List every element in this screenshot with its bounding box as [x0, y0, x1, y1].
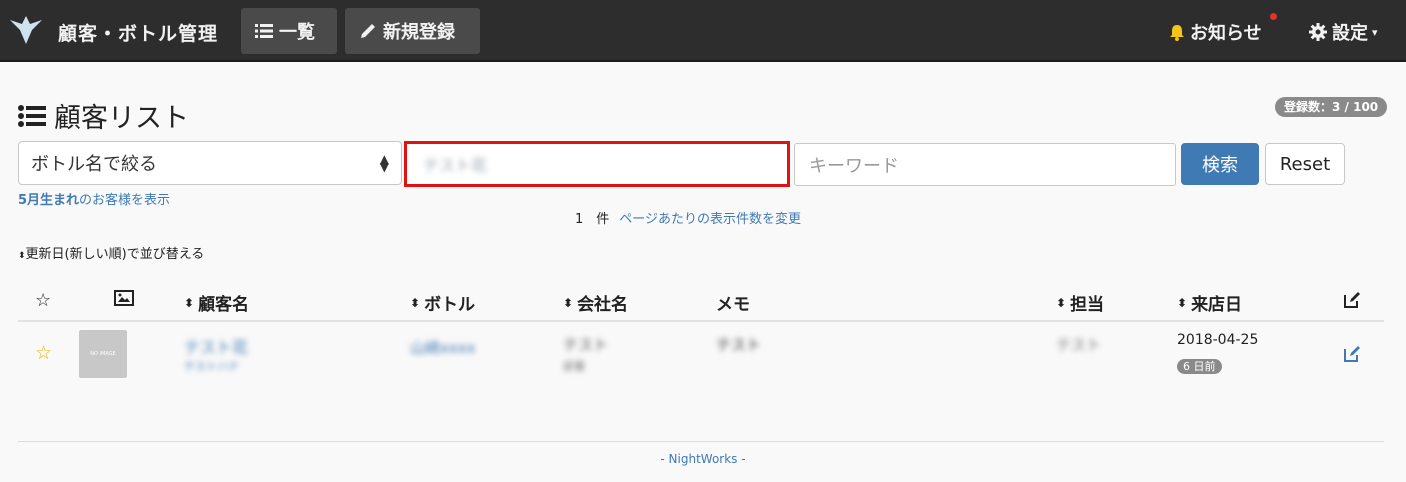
- notice-menu[interactable]: お知らせ: [1168, 19, 1262, 45]
- bell-icon: [1170, 25, 1184, 41]
- nav-new-button[interactable]: 新規登録: [345, 8, 480, 54]
- result-count-row: 1 件 ページあたりの表示件数を変更: [575, 208, 801, 227]
- registration-count-badge: 登録数：3 / 100: [1275, 97, 1388, 117]
- column-header-visit-date[interactable]: ⬍ 来店日: [1177, 290, 1242, 315]
- customer-name-value: テスト花: [423, 156, 488, 175]
- favorite-column-header: ☆: [35, 290, 51, 311]
- settings-menu[interactable]: 設定 ▾: [1308, 19, 1378, 45]
- reset-button[interactable]: Reset: [1265, 143, 1345, 185]
- notification-dot: [1270, 13, 1277, 20]
- customer-name-kana: テストハナ: [184, 360, 239, 373]
- page-title: 顧客リスト: [18, 96, 189, 135]
- sort-icon: ⬍: [1056, 295, 1067, 310]
- list-icon: [255, 24, 273, 38]
- sort-icon: ⬍: [563, 295, 574, 310]
- keyword-input[interactable]: キーワード: [794, 143, 1176, 186]
- settings-label: 設定: [1332, 23, 1368, 44]
- caret-down-icon: ▾: [1372, 25, 1378, 39]
- nav-new-label: 新規登録: [383, 22, 455, 43]
- column-header-label: メモ: [716, 295, 750, 315]
- per-page-link[interactable]: ページあたりの表示件数を変更: [619, 208, 801, 227]
- sort-toggle-link[interactable]: ⬍更新日(新しい順)で並び替える: [18, 243, 204, 262]
- list-icon: [18, 104, 46, 127]
- keyword-placeholder: キーワード: [809, 155, 899, 177]
- pencil-icon: [361, 24, 375, 38]
- table-header-divider: [18, 320, 1384, 322]
- bottle-filter-select[interactable]: ボトル名で絞る ▲ ▼: [18, 141, 402, 185]
- app-title[interactable]: 顧客・ボトル管理: [58, 19, 218, 46]
- nav-list-button[interactable]: 一覧: [241, 8, 337, 54]
- select-arrows-icon: ▲ ▼: [379, 152, 389, 174]
- sort-label: 更新日(新しい順)で並び替える: [25, 247, 205, 262]
- footer-text[interactable]: - NightWorks -: [0, 452, 1406, 466]
- result-count: 1 件: [575, 212, 610, 227]
- edit-column-header: [1342, 290, 1362, 310]
- sort-icon: ⬍: [18, 251, 26, 261]
- bottle-value: 山崎xxxx: [410, 339, 476, 357]
- days-ago-badge: 6 日前: [1177, 359, 1222, 374]
- sort-icon: ⬍: [410, 295, 421, 310]
- favorite-star-icon[interactable]: ☆: [35, 342, 52, 364]
- column-header-label: 顧客名: [198, 295, 250, 315]
- notice-label: お知らせ: [1190, 23, 1262, 44]
- company-value: テスト: [563, 336, 609, 354]
- search-button[interactable]: 検索: [1181, 143, 1259, 185]
- gear-icon: [1309, 23, 1327, 41]
- edit-icon[interactable]: [1342, 344, 1364, 364]
- nav-list-label: 一覧: [279, 22, 315, 43]
- visit-date: 2018-04-25: [1177, 332, 1259, 348]
- staff-value: テスト: [1056, 336, 1102, 354]
- column-header-staff[interactable]: ⬍ 担当: [1056, 290, 1104, 315]
- column-header-memo: メモ: [716, 290, 750, 315]
- bottle-filter-value: ボトル名で絞る: [31, 154, 157, 175]
- company-sub-value: 部署: [563, 360, 585, 373]
- page-title-text: 顧客リスト: [54, 103, 189, 134]
- no-image-text: NO IMAGE: [90, 351, 116, 357]
- column-header-company[interactable]: ⬍ 会社名: [563, 290, 628, 315]
- customer-thumbnail[interactable]: NO IMAGE: [79, 330, 127, 378]
- column-header-label: ボトル: [424, 295, 476, 315]
- customer-name-link[interactable]: テスト花: [184, 334, 248, 358]
- logo-icon[interactable]: [6, 10, 46, 50]
- sort-icon: ⬍: [184, 295, 195, 310]
- column-header-label: 来店日: [1191, 295, 1243, 315]
- image-column-header: [114, 290, 134, 306]
- picture-icon: [114, 290, 134, 306]
- customer-name-input[interactable]: テスト花: [404, 141, 790, 187]
- birthday-link-text: のお客様を表示: [79, 193, 171, 208]
- top-navbar: 顧客・ボトル管理 一覧 新規登録 お知らせ 設定 ▾: [0, 0, 1406, 62]
- star-outline-icon: ☆: [35, 290, 52, 311]
- column-header-label: 会社名: [577, 295, 629, 315]
- birthday-filter-link[interactable]: 5月生まれのお客様を表示: [18, 189, 170, 208]
- column-header-bottle[interactable]: ⬍ ボトル: [410, 290, 475, 315]
- edit-icon: [1344, 292, 1360, 308]
- column-header-customer-name[interactable]: ⬍ 顧客名: [184, 290, 249, 315]
- memo-value: テスト: [716, 336, 762, 354]
- footer-divider: [18, 441, 1384, 442]
- column-header-label: 担当: [1070, 295, 1105, 315]
- birthday-month: 5月生まれ: [18, 193, 80, 208]
- sort-icon: ⬍: [1177, 295, 1188, 310]
